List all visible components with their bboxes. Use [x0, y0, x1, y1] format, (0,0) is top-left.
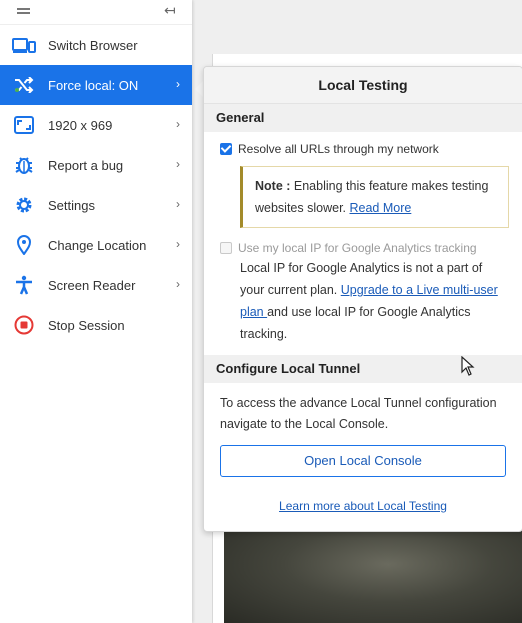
- local-ip-checkbox: [220, 242, 232, 254]
- resolve-urls-checkbox[interactable]: [220, 143, 232, 155]
- plan-text-2: and use local IP for Google Analytics tr…: [240, 305, 471, 341]
- resolve-urls-checkbox-row[interactable]: Resolve all URLs through my network: [204, 132, 522, 156]
- chevron-right-icon: ›: [176, 277, 180, 291]
- sidebar-item-label: Stop Session: [48, 317, 125, 333]
- learn-more-link[interactable]: Learn more about Local Testing: [279, 499, 447, 513]
- local-ip-checkbox-row: Use my local IP for Google Analytics tra…: [204, 228, 522, 255]
- chevron-right-icon: ›: [176, 157, 180, 171]
- sidebar-item-label: Screen Reader: [48, 277, 136, 293]
- read-more-link[interactable]: Read More: [349, 201, 411, 215]
- plan-message: Local IP for Google Analytics is not a p…: [204, 255, 522, 355]
- stop-icon: [12, 313, 36, 337]
- sidebar-item-label: Settings: [48, 197, 95, 213]
- sidebar-item-screen-reader[interactable]: Screen Reader ›: [0, 265, 192, 305]
- sidebar-item-label: 1920 x 969: [48, 117, 113, 133]
- sidebar-header: ↤: [0, 0, 192, 25]
- resolution-icon: [12, 113, 36, 137]
- sidebar-item-label: Change Location: [48, 237, 147, 253]
- resolve-urls-label: Resolve all URLs through my network: [238, 142, 439, 156]
- local-ip-label: Use my local IP for Google Analytics tra…: [238, 241, 477, 255]
- chevron-right-icon: ›: [176, 237, 180, 251]
- location-pin-icon: [12, 233, 36, 257]
- note-box: Note : Enabling this feature makes testi…: [240, 166, 509, 228]
- devices-icon: [12, 33, 36, 57]
- sidebar: ↤ Switch Browser Force local: ON › 1920 …: [0, 0, 192, 623]
- accessibility-icon: [12, 273, 36, 297]
- open-local-console-button[interactable]: Open Local Console: [220, 445, 506, 477]
- sidebar-item-settings[interactable]: Settings ›: [0, 185, 192, 225]
- sidebar-item-label: Report a bug: [48, 157, 124, 173]
- local-testing-panel: Local Testing General Resolve all URLs t…: [203, 66, 522, 532]
- sidebar-item-resolution[interactable]: 1920 x 969 ›: [0, 105, 192, 145]
- shuffle-icon: [12, 73, 36, 97]
- sidebar-item-force-local[interactable]: Force local: ON ›: [0, 65, 192, 105]
- sidebar-item-stop-session[interactable]: Stop Session: [0, 305, 192, 345]
- note-prefix: Note :: [255, 179, 291, 193]
- sidebar-item-label: Switch Browser: [48, 37, 138, 53]
- background-image: [224, 525, 522, 623]
- drag-handle-icon[interactable]: [17, 8, 30, 14]
- learn-more-row: Learn more about Local Testing: [204, 499, 522, 513]
- tunnel-description: To access the advance Local Tunnel confi…: [220, 396, 497, 431]
- collapse-sidebar-icon[interactable]: ↤: [164, 2, 176, 19]
- gear-icon: [12, 193, 36, 217]
- chevron-right-icon: ›: [176, 77, 180, 91]
- mouse-cursor-icon: [461, 355, 475, 381]
- sidebar-item-label: Force local: ON: [48, 77, 139, 93]
- chevron-right-icon: ›: [176, 117, 180, 131]
- sidebar-item-switch-browser[interactable]: Switch Browser: [0, 25, 192, 65]
- sidebar-item-change-location[interactable]: Change Location ›: [0, 225, 192, 265]
- chevron-right-icon: ›: [176, 197, 180, 211]
- bug-icon: [12, 153, 36, 177]
- panel-title: Local Testing: [204, 67, 522, 104]
- sidebar-item-report-bug[interactable]: Report a bug ›: [0, 145, 192, 185]
- general-section-heading: General: [204, 104, 522, 132]
